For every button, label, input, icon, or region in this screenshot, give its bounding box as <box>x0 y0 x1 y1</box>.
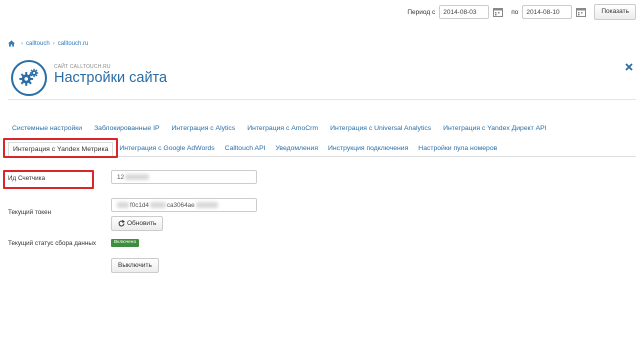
tab-universal-analytics[interactable]: Интеграция с Universal Analytics <box>326 125 435 132</box>
tabs-row-2: Интеграция с Yandex Метрика Интеграция с… <box>8 142 636 157</box>
breadcrumb-item-site[interactable]: calltouch.ru <box>58 41 89 47</box>
page-title: Настройки сайта <box>54 70 168 86</box>
token-value-part-1: f0c1d4 <box>130 201 149 209</box>
gears-icon <box>11 60 47 96</box>
disable-button[interactable]: Выключить <box>111 258 159 273</box>
tab-calltouch-api[interactable]: Calltouch API <box>221 142 270 156</box>
page-header: САЙТ CALLTOUCH.RU Настройки сайта <box>8 58 636 100</box>
token-label: Текущий токен <box>8 209 52 216</box>
refresh-label: Обновить <box>127 220 157 227</box>
home-icon[interactable] <box>8 40 15 47</box>
tab-alytics[interactable]: Интеграция с Alytics <box>168 125 240 132</box>
refresh-icon <box>118 219 125 227</box>
tab-number-pool[interactable]: Настройки пула номеров <box>414 142 501 156</box>
redacted-value <box>195 202 218 208</box>
date-from-input[interactable]: 2014-08-03 <box>439 5 490 19</box>
breadcrumb-item-calltouch[interactable]: calltouch <box>26 41 50 47</box>
redacted-value <box>117 202 129 208</box>
counter-id-label: Ид Счетчика <box>8 175 46 182</box>
tab-yandex-metrika[interactable]: Интеграция с Yandex Метрика <box>8 142 114 157</box>
redacted-value <box>149 202 166 208</box>
counter-id-value: 12 <box>117 173 125 181</box>
breadcrumb: › calltouch › calltouch.ru <box>8 40 88 47</box>
token-input[interactable]: f0c1d4 ca3064ae <box>111 198 257 212</box>
tabs-row-1: Системные настройки Заблокированные IP И… <box>8 125 636 132</box>
close-icon[interactable] <box>624 59 634 71</box>
status-badge: Включено <box>111 239 140 247</box>
tab-amocrm[interactable]: Интеграция с AmoCrm <box>243 125 322 132</box>
period-from-label: Период с <box>407 8 436 16</box>
period-filter: Период с 2014-08-03 по 2014-08-10 Показа… <box>407 4 636 20</box>
show-button[interactable]: Показать <box>594 4 636 20</box>
calendar-icon[interactable] <box>493 7 504 17</box>
counter-id-input[interactable]: 12 <box>111 170 257 184</box>
period-to-label: по <box>511 8 519 16</box>
status-label: Текущий статус сбора данных <box>8 240 97 247</box>
tab-instructions[interactable]: Инструкция подключения <box>324 142 412 156</box>
breadcrumb-separator: › <box>21 40 23 47</box>
tab-notifications[interactable]: Уведомления <box>272 142 323 156</box>
redacted-value <box>125 174 150 180</box>
refresh-token-button[interactable]: Обновить <box>111 216 164 231</box>
tab-google-adwords[interactable]: Интеграция с Google AdWords <box>115 142 218 156</box>
tab-yandex-direct[interactable]: Интеграция с Yandex Директ API <box>439 125 550 132</box>
tab-blocked-ip[interactable]: Заблокированные IP <box>90 125 163 132</box>
calendar-icon[interactable] <box>576 7 587 17</box>
tab-system-settings[interactable]: Системные настройки <box>8 125 86 132</box>
breadcrumb-separator: › <box>52 40 55 47</box>
token-value-part-2: ca3064ae <box>166 201 195 209</box>
date-to-input[interactable]: 2014-08-10 <box>522 5 573 19</box>
